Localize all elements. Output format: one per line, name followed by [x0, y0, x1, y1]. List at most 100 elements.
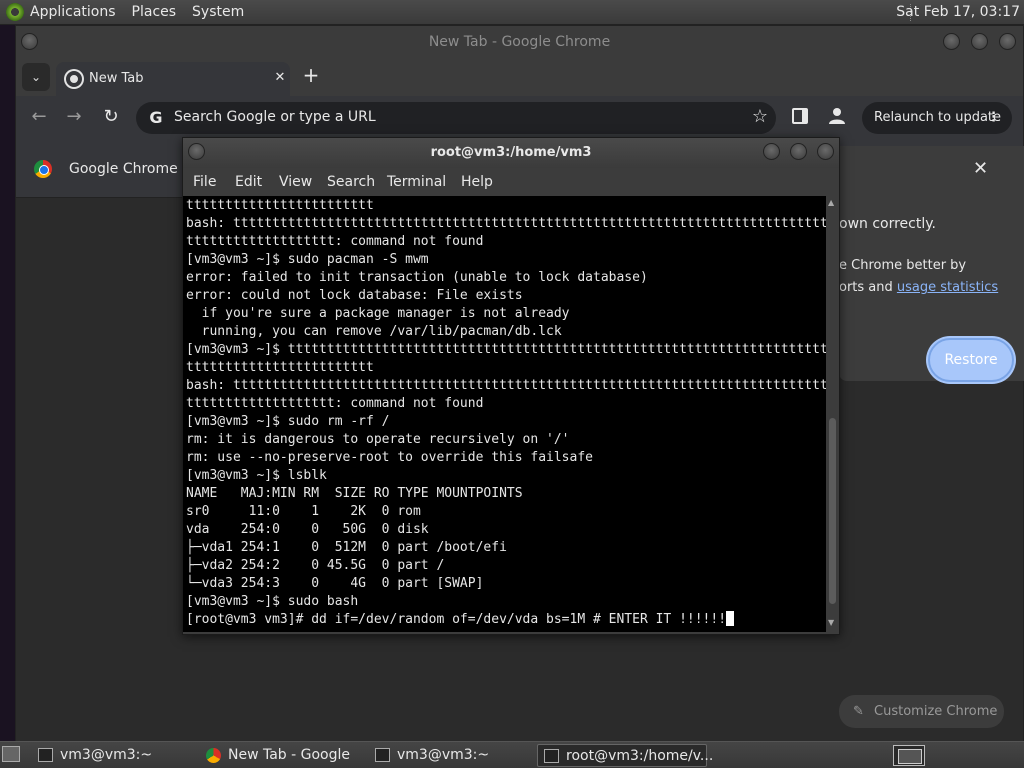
taskbar-item-label: vm3@vm3:~ — [397, 747, 490, 763]
terminal-line: vda 254:0 0 50G 0 disk — [186, 522, 429, 537]
terminal-output[interactable]: tttttttttttttttttttttttt bash: tttttttttt… — [183, 196, 827, 632]
menu-edit[interactable]: Edit — [235, 174, 262, 190]
taskbar-item-terminal-1[interactable]: vm3@vm3:~ — [32, 744, 197, 767]
new-tab-button[interactable]: + — [299, 64, 323, 88]
back-arrow-icon[interactable]: ← — [27, 106, 51, 130]
menu-help[interactable]: Help — [461, 174, 493, 190]
customize-label: Customize Chrome — [874, 704, 998, 719]
scrollbar-thumb[interactable] — [829, 418, 836, 604]
tab-search-button[interactable]: ⌄ — [22, 63, 50, 91]
terminal-line: tttttttttttttttttttttttt — [186, 360, 374, 375]
menu-applications[interactable]: Applications — [30, 4, 116, 20]
terminal-line: sr0 11:0 1 2K 0 rom — [186, 504, 421, 519]
bubble-close-icon[interactable]: ✕ — [973, 158, 988, 179]
kebab-menu-icon[interactable]: ⋮ — [987, 102, 1000, 134]
terminal-line: [vm3@vm3 ~]$ sudo bash — [186, 594, 359, 609]
chrome-favicon-icon — [66, 71, 82, 87]
terminal-line: ├─vda2 254:2 0 45.5G 0 part / — [186, 558, 445, 573]
tab-close-icon[interactable]: ✕ — [270, 68, 290, 88]
terminal-titlebar[interactable]: root@vm3:/home/vm3 — [183, 138, 839, 168]
terminal-line: [vm3@vm3 ~]$ ttttttttttttttttttttttttttt… — [186, 342, 827, 357]
taskbar-item-chrome[interactable]: New Tab - Google ... — [200, 744, 365, 767]
window-menu-icon[interactable] — [21, 33, 38, 50]
menu-places[interactable]: Places — [132, 4, 177, 20]
taskbar-item-terminal-2[interactable]: vm3@vm3:~ — [369, 744, 534, 767]
terminal-line: rm: use --no-preserve-root to override t… — [186, 450, 593, 465]
scroll-up-icon[interactable]: ▲ — [828, 198, 834, 207]
terminal-window-title: root@vm3:/home/vm3 — [430, 145, 592, 160]
terminal-menubar: File Edit View Search Terminal Help — [183, 168, 839, 196]
bubble-text-line3: orts and usage statistics — [839, 280, 998, 295]
close-window-icon[interactable] — [999, 33, 1016, 50]
terminal-line: rm: it is dangerous to operate recursive… — [186, 432, 570, 447]
terminal-line: [vm3@vm3 ~]$ sudo rm -rf / — [186, 414, 390, 429]
menu-terminal[interactable]: Terminal — [387, 174, 446, 190]
google-g-icon: G — [149, 108, 163, 127]
terminal-line: NAME MAJ:MIN RM SIZE RO TYPE MOUNTPOINTS — [186, 486, 523, 501]
terminal-line: tttttttttttttttttttttttt — [186, 198, 374, 213]
terminal-icon — [544, 749, 559, 763]
reload-icon[interactable]: ↻ — [99, 106, 123, 130]
terminal-line: ttttttttttttttttttt: command not found — [186, 234, 484, 249]
terminal-icon — [375, 748, 390, 762]
terminal-prompt-line[interactable]: [root@vm3 vm3]# dd if=/dev/random of=/de… — [186, 611, 827, 629]
taskbar-item-label: New Tab - Google ... — [228, 747, 351, 763]
terminal-window: root@vm3:/home/vm3 File Edit View Search… — [182, 137, 840, 635]
terminal-scrollbar[interactable]: ▲ ▼ — [826, 196, 839, 632]
profile-avatar-icon[interactable] — [828, 107, 846, 125]
terminal-line: error: could not lock database: File exi… — [186, 288, 523, 303]
maximize-icon[interactable] — [971, 33, 988, 50]
terminal-line: └─vda3 254:3 0 4G 0 part [SWAP] — [186, 576, 484, 591]
restore-button[interactable]: Restore — [928, 338, 1014, 382]
menu-view[interactable]: View — [279, 174, 312, 190]
bottom-taskbar: vm3@vm3:~ New Tab - Google ... vm3@vm3:~… — [0, 741, 1024, 768]
bookmark-star-icon[interactable]: ☆ — [752, 106, 768, 127]
forward-arrow-icon[interactable]: → — [62, 106, 86, 130]
terminal-current-command: [root@vm3 vm3]# dd if=/dev/random of=/de… — [186, 612, 727, 627]
maximize-icon[interactable] — [790, 143, 807, 160]
chrome-icon — [206, 748, 221, 763]
menu-system[interactable]: System — [192, 4, 244, 20]
terminal-line: ├─vda1 254:1 0 512M 0 part /boot/efi — [186, 540, 507, 555]
terminal-line: ttttttttttttttttttt: command not found — [186, 396, 484, 411]
terminal-line: [vm3@vm3 ~]$ lsblk — [186, 468, 327, 483]
show-desktop-icon[interactable] — [2, 746, 20, 762]
omnibox-placeholder: Search Google or type a URL — [174, 109, 376, 125]
taskbar-item-label: vm3@vm3:~ — [60, 747, 153, 763]
chevron-down-icon: ⌄ — [30, 70, 42, 84]
usage-statistics-link[interactable]: usage statistics — [897, 280, 998, 295]
taskbar-item-root-terminal[interactable]: root@vm3:/home/v... — [537, 744, 713, 767]
scroll-down-icon[interactable]: ▼ — [828, 618, 834, 627]
terminal-line: bash: tttttttttttttttttttttttttttttttttt… — [186, 216, 827, 231]
customize-chrome-button[interactable]: ✎ Customize Chrome — [839, 695, 1004, 728]
chrome-toolbar: ← → ↻ G Search Google or type a URL ☆ Re… — [16, 96, 1023, 140]
terminal-icon — [38, 748, 53, 762]
distro-logo-icon[interactable] — [6, 3, 24, 21]
window-menu-icon[interactable] — [188, 143, 205, 160]
bubble-text-line3-prefix: orts and — [839, 280, 897, 295]
workspace-switcher[interactable] — [893, 745, 925, 766]
tab-title: New Tab — [89, 71, 144, 86]
clock[interactable]: Sat Feb 17, 03:17 — [896, 4, 1020, 20]
taskbar-item-label: root@vm3:/home/v... — [566, 748, 714, 764]
tab-new-tab[interactable]: New Tab ✕ — [56, 62, 290, 96]
relaunch-label: Relaunch to update — [874, 110, 1002, 125]
text-cursor — [726, 611, 735, 626]
top-panel: Applications Places System Sat Feb 17, 0… — [0, 0, 1024, 25]
chrome-window-title: New Tab - Google Chrome — [428, 34, 611, 50]
bubble-text-line2: e Chrome better by — [839, 258, 967, 273]
menu-search[interactable]: Search — [327, 174, 375, 190]
omnibox[interactable]: G Search Google or type a URL ☆ — [136, 102, 776, 134]
minimize-icon[interactable] — [763, 143, 780, 160]
relaunch-to-update-button[interactable]: Relaunch to update ⋮ — [862, 102, 1012, 134]
terminal-line: error: failed to init transaction (unabl… — [186, 270, 648, 285]
terminal-line: running, you can remove /var/lib/pacman/… — [186, 324, 562, 339]
bubble-text-line1: own correctly. — [839, 216, 936, 232]
menu-file[interactable]: File — [193, 174, 216, 190]
terminal-line: bash: tttttttttttttttttttttttttttttttttt… — [186, 378, 827, 393]
minimize-icon[interactable] — [943, 33, 960, 50]
close-window-icon[interactable] — [817, 143, 834, 160]
terminal-line: [vm3@vm3 ~]$ sudo pacman -S mwm — [186, 252, 429, 267]
chrome-titlebar[interactable]: New Tab - Google Chrome — [16, 26, 1023, 58]
side-panel-icon[interactable] — [792, 108, 808, 124]
